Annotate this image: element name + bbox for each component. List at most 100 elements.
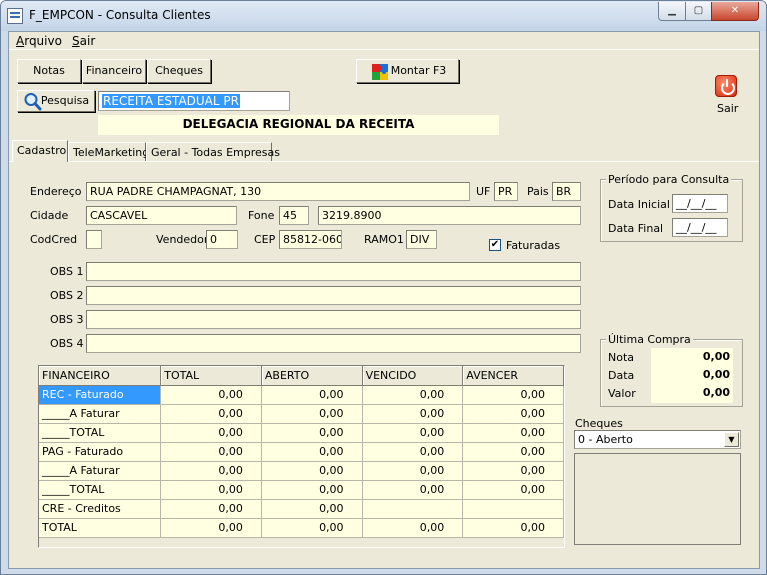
table-cell[interactable]: 0,00 — [462, 442, 564, 462]
financeiro-button[interactable]: Financeiro — [82, 59, 146, 83]
close-button[interactable]: ✕ — [711, 2, 759, 21]
column-header[interactable]: VENCIDO — [362, 366, 464, 386]
menu-arquivo[interactable]: Arquivo — [16, 34, 62, 48]
table-cell[interactable]: 0,00 — [462, 404, 564, 424]
cheques-button[interactable]: Cheques — [147, 59, 211, 83]
montar-f3-button[interactable]: Montar F3 — [356, 59, 459, 83]
table-row[interactable]: _____A Faturar 0,00 0,00 0,00 0,00 — [39, 461, 564, 481]
table-cell[interactable]: 0,00 — [261, 385, 363, 405]
app-icon[interactable] — [7, 8, 23, 24]
table-cell[interactable]: 0,00 — [160, 404, 262, 424]
table-cell[interactable]: 0,00 — [362, 385, 464, 405]
table-cell[interactable]: 0,00 — [261, 499, 363, 519]
table-cell[interactable]: 0,00 — [362, 404, 464, 424]
column-header[interactable]: FINANCEIRO — [39, 366, 162, 386]
minimize-button[interactable]: ▁ — [658, 2, 686, 21]
obs2-field[interactable] — [86, 286, 581, 305]
endereco-field[interactable]: RUA PADRE CHAMPAGNAT, 130 — [86, 182, 470, 201]
sair-label[interactable]: Sair — [717, 102, 738, 115]
table-cell[interactable]: _____TOTAL — [39, 423, 162, 443]
table-cell[interactable]: 0,00 — [160, 442, 262, 462]
table-cell[interactable]: 0,00 — [261, 518, 363, 538]
table-cell[interactable]: 0,00 — [362, 423, 464, 443]
obs3-label: OBS 3 — [50, 313, 84, 326]
company-banner: DELEGACIA REGIONAL DA RECEITA — [98, 115, 499, 135]
ramo-field[interactable]: DIV — [406, 230, 437, 249]
data-final-field[interactable]: __/__/__ — [672, 218, 728, 237]
table-row[interactable]: _____TOTAL 0,00 0,00 0,00 0,00 — [39, 480, 564, 500]
table-row[interactable]: TOTAL 0,00 0,00 0,00 0,00 — [39, 518, 564, 538]
ddd-field[interactable]: 45 — [279, 206, 309, 225]
table-cell[interactable]: 0,00 — [462, 480, 564, 500]
table-header-row: FINANCEIRO TOTAL ABERTO VENCIDO AVENCER — [39, 366, 564, 386]
table-cell[interactable]: 0,00 — [261, 480, 363, 500]
pesquisa-button[interactable]: Pesquisa — [17, 90, 95, 112]
table-row[interactable]: REC - Faturado 0,00 0,00 0,00 0,00 — [39, 385, 564, 405]
table-cell[interactable] — [462, 499, 564, 519]
table-cell[interactable]: 0,00 — [462, 385, 564, 405]
chevron-down-icon[interactable]: ▼ — [724, 432, 739, 447]
table-cell[interactable]: 0,00 — [160, 385, 262, 405]
obs4-field[interactable] — [86, 334, 581, 353]
table-cell[interactable]: PAG - Faturado — [39, 442, 162, 462]
notas-button[interactable]: Notas — [17, 59, 81, 83]
uf-field[interactable]: PR — [494, 182, 518, 201]
column-header[interactable]: AVENCER — [462, 366, 564, 386]
table-cell[interactable]: 0,00 — [261, 404, 363, 424]
codcred-field[interactable] — [86, 230, 102, 249]
cep-field[interactable]: 85812-060 — [279, 230, 342, 249]
table-cell[interactable]: 0,00 — [462, 518, 564, 538]
menu-sair[interactable]: Sair — [72, 34, 95, 48]
table-cell[interactable]: 0,00 — [160, 423, 262, 443]
column-header[interactable]: TOTAL — [160, 366, 262, 386]
power-icon[interactable] — [715, 75, 737, 97]
table-cell[interactable]: 0,00 — [160, 499, 262, 519]
fone-field[interactable]: 3219.8900 — [318, 206, 581, 225]
table-cell[interactable]: 0,00 — [160, 518, 262, 538]
maximize-button[interactable]: ▢ — [685, 2, 712, 21]
table-row[interactable]: CRE - Creditos 0,00 0,00 — [39, 499, 564, 519]
obs3-field[interactable] — [86, 310, 581, 329]
table-cell[interactable]: 0,00 — [362, 442, 464, 462]
tab-telemarketing[interactable]: TeleMarketing — [68, 142, 149, 161]
table-cell[interactable]: REC - Faturado — [39, 385, 162, 405]
table-cell[interactable]: 0,00 — [362, 461, 464, 481]
cheques-list[interactable] — [574, 453, 741, 545]
table-cell[interactable]: CRE - Creditos — [39, 499, 162, 519]
search-input[interactable]: RECEITA ESTADUAL PR — [98, 91, 290, 111]
faturadas-checkbox[interactable]: ✔ — [489, 239, 501, 251]
pais-field[interactable]: BR — [552, 182, 581, 201]
obs1-label: OBS 1 — [50, 265, 84, 278]
table-cell[interactable]: 0,00 — [362, 480, 464, 500]
cidade-field[interactable]: CASCAVEL — [86, 206, 237, 225]
table-cell[interactable]: _____A Faturar — [39, 404, 162, 424]
tab-cadastro[interactable]: Cadastro — [12, 140, 68, 162]
column-header[interactable]: ABERTO — [261, 366, 363, 386]
table-cell[interactable]: 0,00 — [362, 518, 464, 538]
vendedor-field[interactable]: 0 — [206, 230, 238, 249]
table-cell[interactable]: _____A Faturar — [39, 461, 162, 481]
data-inicial-field[interactable]: __/__/__ — [672, 194, 728, 213]
table-cell[interactable]: TOTAL — [39, 518, 162, 538]
table-cell[interactable]: 0,00 — [261, 461, 363, 481]
table-cell[interactable]: 0,00 — [462, 461, 564, 481]
table-row[interactable]: _____A Faturar 0,00 0,00 0,00 0,00 — [39, 404, 564, 424]
table-cell[interactable]: 0,00 — [261, 442, 363, 462]
table-cell[interactable]: 0,00 — [160, 461, 262, 481]
tab-geral-todas-empresas[interactable]: Geral - Todas Empresas — [146, 142, 280, 161]
obs1-field[interactable] — [86, 262, 581, 281]
data-final-label: Data Final — [608, 222, 664, 235]
financeiro-grid[interactable]: FINANCEIRO TOTAL ABERTO VENCIDO AVENCER … — [38, 365, 565, 548]
title-bar[interactable]: F_EMPCON - Consulta Clientes ▁ ▢ ✕ — [1, 1, 766, 31]
table-cell[interactable]: 0,00 — [261, 423, 363, 443]
table-cell[interactable]: 0,00 — [160, 480, 262, 500]
data-value: 0,00 — [651, 366, 733, 385]
check-icon: ✔ — [490, 239, 500, 250]
table-row[interactable]: PAG - Faturado 0,00 0,00 0,00 0,00 — [39, 442, 564, 462]
table-cell[interactable] — [362, 499, 464, 519]
table-row[interactable]: _____TOTAL 0,00 0,00 0,00 0,00 — [39, 423, 564, 443]
table-cell[interactable]: _____TOTAL — [39, 480, 162, 500]
table-cell[interactable]: 0,00 — [462, 423, 564, 443]
cheques-combo[interactable]: 0 - Aberto ▼ — [574, 430, 741, 449]
app-window: F_EMPCON - Consulta Clientes ▁ ▢ ✕ Arqui… — [0, 0, 767, 575]
